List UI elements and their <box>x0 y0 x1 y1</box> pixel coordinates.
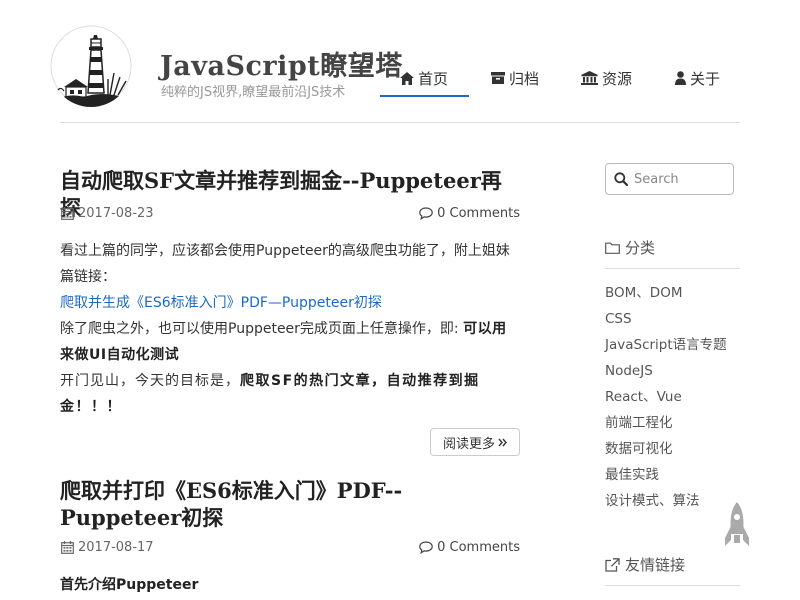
excerpt-text: 开门见山，今天的目标是， <box>60 373 240 389</box>
sister-post-link[interactable]: 爬取并生成《ES6标准入门》PDF—Puppeteer初探 <box>60 295 382 311</box>
post-excerpt: 看过上篇的同学，应该都会使用Puppeteer的高级爬虫功能了，附上姐妹篇链接：… <box>60 238 520 420</box>
comment-icon <box>419 541 433 554</box>
calendar-icon <box>61 207 74 220</box>
site-subtitle: 纯粹的JS视界,瞭望最前沿JS技术 <box>161 85 346 100</box>
site-logo[interactable] <box>50 25 132 107</box>
calendar-icon <box>61 541 74 554</box>
site-title[interactable]: JavaScript瞭望塔 <box>160 44 403 83</box>
category-item[interactable]: CSS <box>605 308 727 334</box>
folder-icon <box>605 242 620 254</box>
post-date: 2017-08-23 <box>61 206 154 221</box>
nav-item-home[interactable]: 首页 <box>400 64 448 92</box>
post-title[interactable]: 爬取并打印《ES6标准入门》PDF--Puppeteer初探 <box>60 477 520 531</box>
search-icon <box>614 172 628 186</box>
post-date: 2017-08-17 <box>61 540 154 555</box>
comment-icon <box>419 207 433 220</box>
excerpt-text: 除了爬虫之外，也可以使用Puppeteer完成页面上任意操作，即: <box>60 321 464 337</box>
post-date-text: 2017-08-17 <box>78 540 154 555</box>
category-item[interactable]: React、Vue <box>605 386 727 412</box>
excerpt-paragraph: 看过上篇的同学，应该都会使用Puppeteer的高级爬虫功能了，附上姐妹篇链接： <box>60 243 510 285</box>
site-header: JavaScript瞭望塔 纯粹的JS视界,瞭望最前沿JS技术 首页 归档 资源… <box>0 0 800 124</box>
category-item[interactable]: JavaScript语言专题 <box>605 334 727 360</box>
post-comments-link[interactable]: 0 Comments <box>419 540 520 555</box>
bank-icon <box>581 71 598 85</box>
post-comments-link[interactable]: 0 Comments <box>419 206 520 221</box>
user-icon <box>675 71 686 85</box>
post-comments-text: 0 Comments <box>437 540 520 555</box>
nav-item-label: 关于 <box>690 69 721 88</box>
external-link-icon <box>605 557 620 572</box>
categories-divider <box>605 268 740 269</box>
read-more-button[interactable]: 阅读更多 <box>430 428 520 456</box>
lighthouse-logo-icon <box>50 25 132 107</box>
search-input[interactable] <box>634 171 724 187</box>
links-divider <box>605 585 740 586</box>
back-to-top-button[interactable] <box>722 500 752 556</box>
links-heading: 友情链接 <box>605 554 685 575</box>
nav-item-label: 归档 <box>509 69 540 88</box>
excerpt-paragraph: 除了爬虫之外，也可以使用Puppeteer完成页面上任意操作，即: 可以用来做U… <box>60 316 520 368</box>
nav-item-label: 资源 <box>602 69 633 88</box>
archive-icon <box>491 72 505 84</box>
categories-title: 分类 <box>625 239 656 257</box>
rocket-icon <box>725 502 749 546</box>
post-excerpt: 首先介绍Puppeteer <box>60 572 520 598</box>
excerpt-paragraph: 开门见山，今天的目标是，爬取SF的热门文章，自动推荐到掘金！！！ <box>60 368 520 420</box>
post-comments-text: 0 Comments <box>437 206 520 221</box>
nav-active-indicator <box>380 95 469 97</box>
nav-item-about[interactable]: 关于 <box>675 64 720 92</box>
category-list: BOM、DOM CSS JavaScript语言专题 NodeJS React、… <box>605 282 727 516</box>
header-divider <box>60 122 740 123</box>
category-item[interactable]: BOM、DOM <box>605 282 727 308</box>
search-box[interactable] <box>605 163 734 195</box>
category-item[interactable]: 设计模式、算法 <box>605 490 727 516</box>
category-item[interactable]: NodeJS <box>605 360 727 386</box>
category-item[interactable]: 最佳实践 <box>605 464 727 490</box>
post-date-text: 2017-08-23 <box>78 206 154 221</box>
excerpt-emphasis: 首先介绍Puppeteer <box>60 577 199 593</box>
category-item[interactable]: 数据可视化 <box>605 438 727 464</box>
categories-heading: 分类 <box>605 237 655 258</box>
nav-item-archive[interactable]: 归档 <box>491 64 539 92</box>
home-icon <box>400 71 414 85</box>
read-more-label: 阅读更多 <box>442 436 495 452</box>
category-item[interactable]: 前端工程化 <box>605 412 727 438</box>
links-title: 友情链接 <box>625 556 686 574</box>
nav-item-resources[interactable]: 资源 <box>581 64 632 92</box>
nav-item-label: 首页 <box>418 69 449 88</box>
double-chevron-right-icon <box>498 438 507 446</box>
